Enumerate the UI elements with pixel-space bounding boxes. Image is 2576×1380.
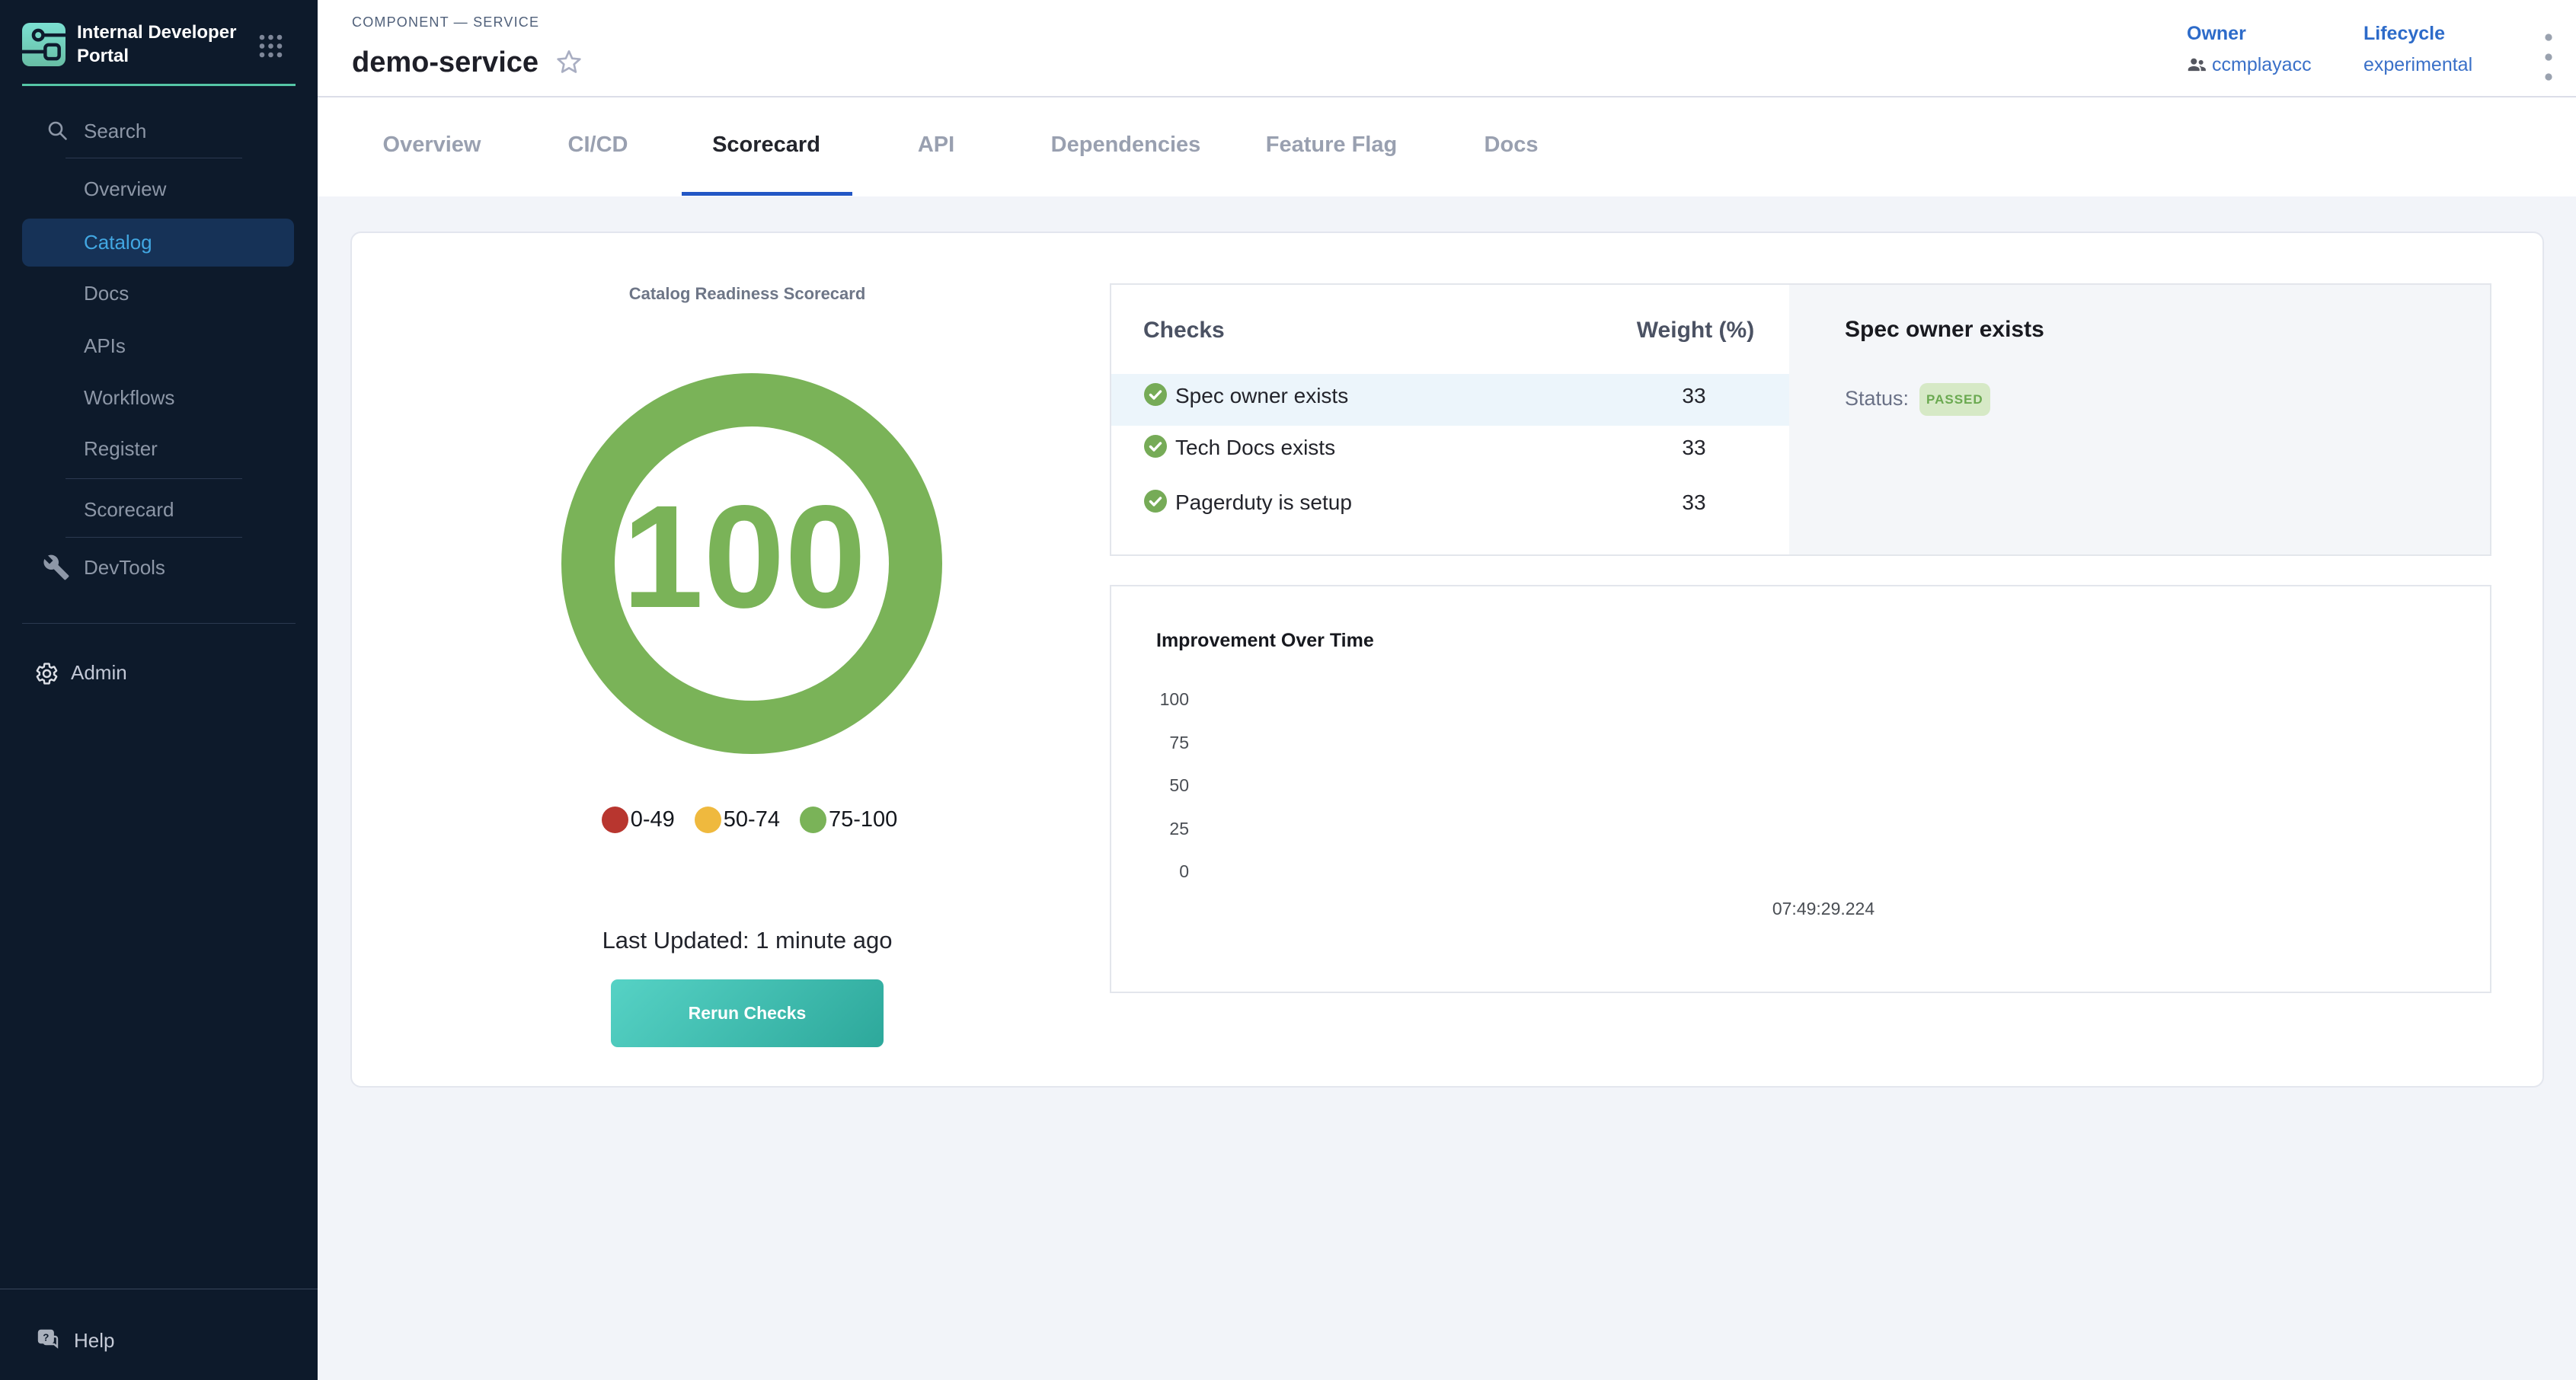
svg-text:?: ?: [43, 1331, 49, 1343]
